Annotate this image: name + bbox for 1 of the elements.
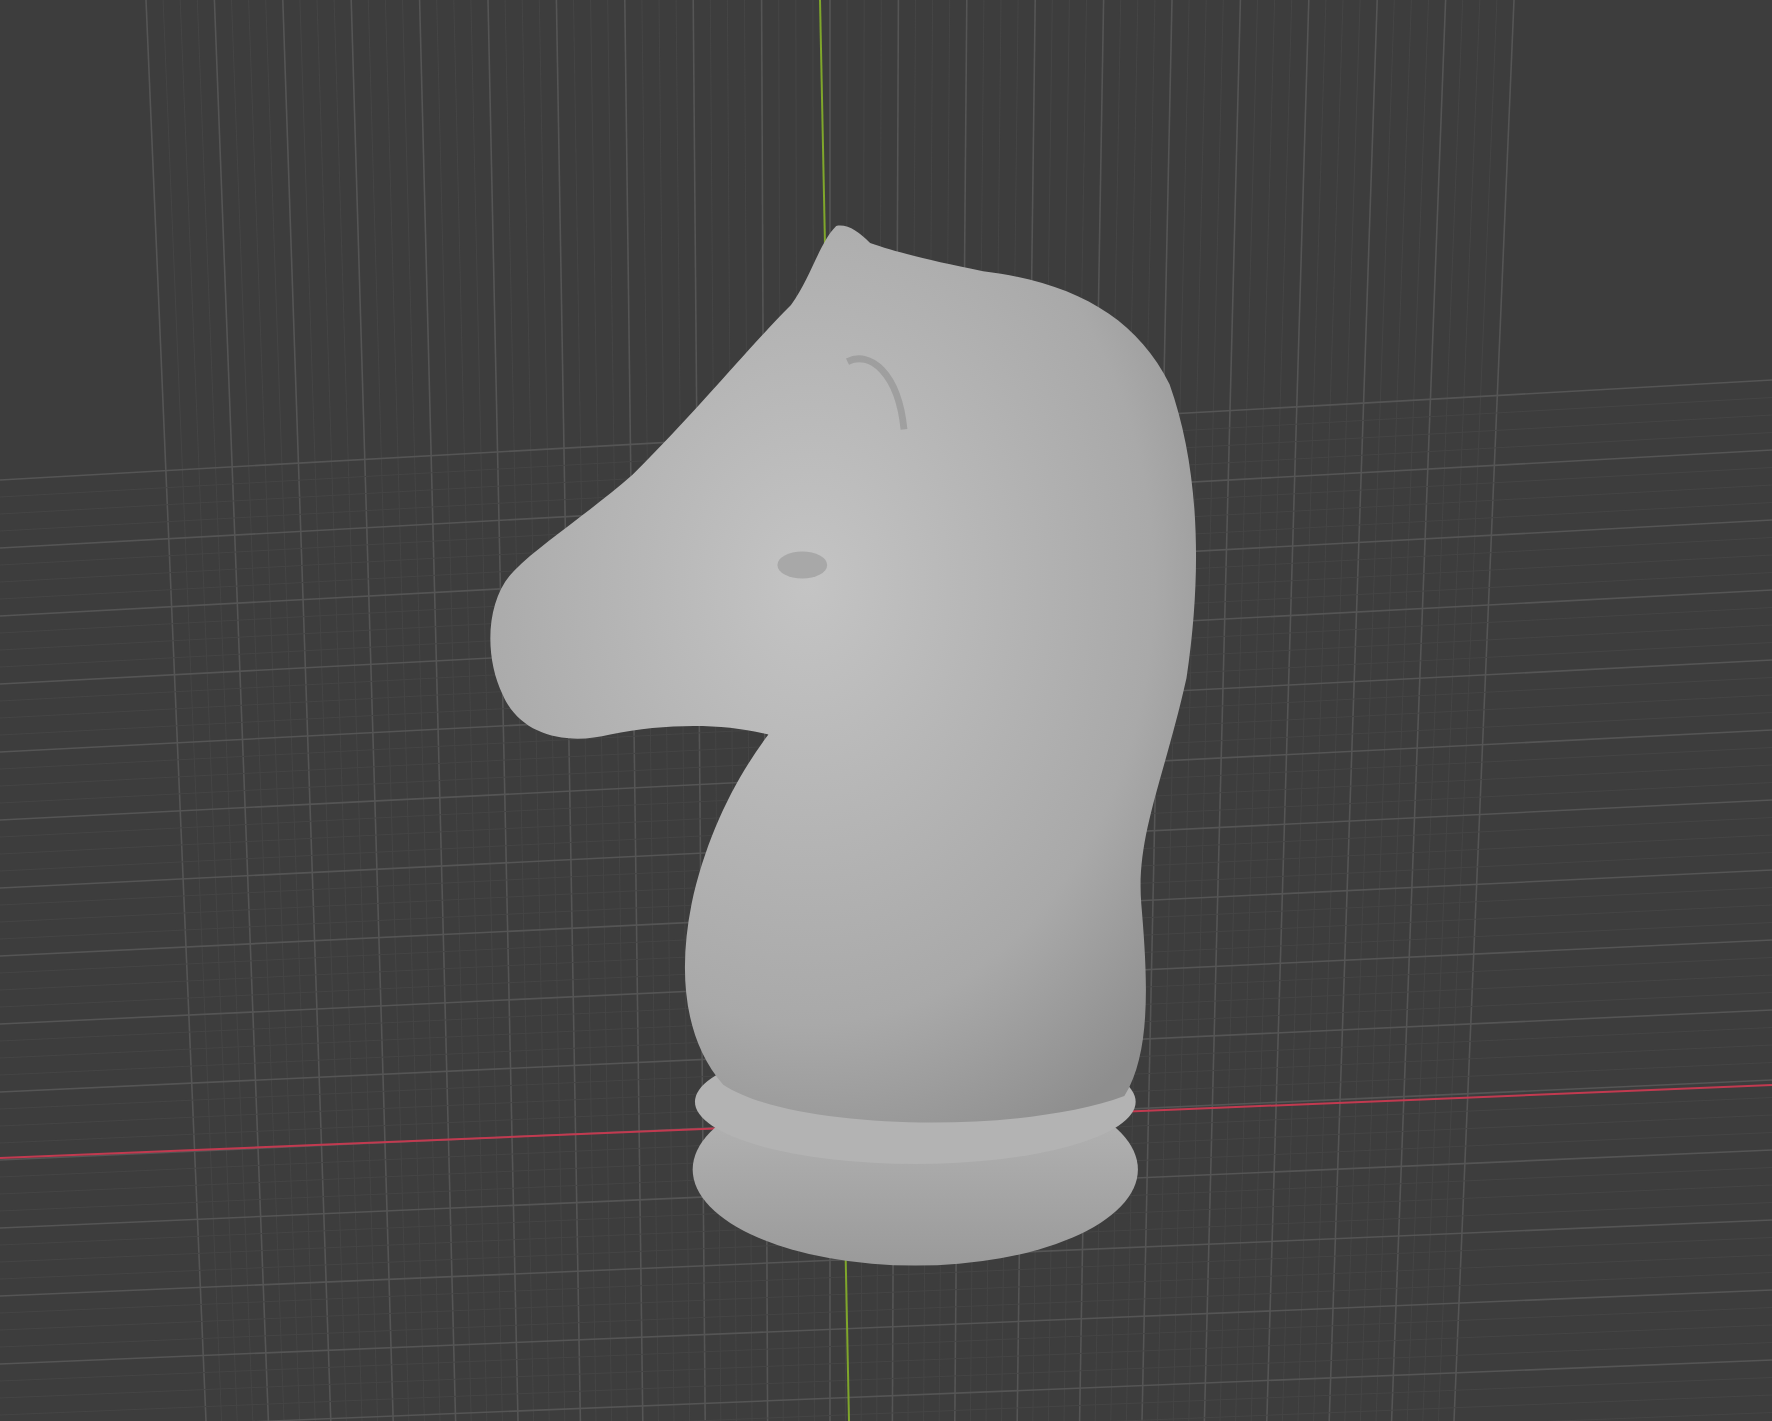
viewport-canvas[interactable]: [0, 0, 1772, 1421]
